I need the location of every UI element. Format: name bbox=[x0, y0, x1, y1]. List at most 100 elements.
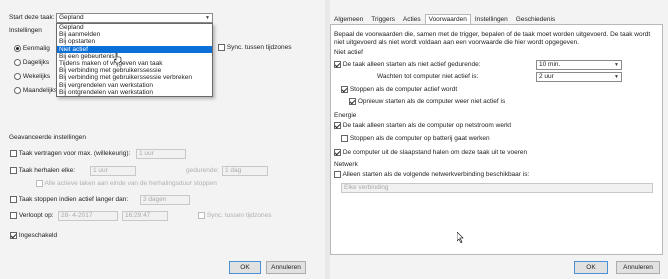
tab-content: Bepaal de voorwaarden die, samen met de … bbox=[330, 24, 663, 255]
stop-running-checkbox[interactable] bbox=[36, 180, 43, 187]
stop-not-idle[interactable]: Stoppen als de computer actief wordt bbox=[341, 86, 457, 94]
tab-general[interactable]: Algemeen bbox=[330, 14, 367, 24]
dropdown-option[interactable]: Bij ontgrendelen van werkstation bbox=[57, 89, 212, 96]
delay-select[interactable]: 1 uur bbox=[136, 149, 186, 159]
ac-power[interactable]: De taak alleen starten als de computer o… bbox=[334, 122, 511, 130]
left-dialog: Start deze taak: Gepland ▼ Instellingen … bbox=[0, 0, 325, 279]
tab-settings[interactable]: Instellingen bbox=[471, 14, 512, 24]
radio-daily[interactable]: Dagelijks bbox=[14, 59, 49, 67]
idle-start[interactable]: De taak alleen starten als niet actief g… bbox=[334, 61, 480, 69]
start-task-value: Gepland bbox=[59, 14, 84, 21]
dropdown-option[interactable]: Gepland bbox=[57, 24, 212, 31]
expires-checkbox[interactable] bbox=[10, 212, 17, 219]
wake-computer[interactable]: De computer uit de slaapstand halen om d… bbox=[334, 149, 527, 157]
idle-duration-value: 10 min. bbox=[539, 61, 561, 68]
radio-once[interactable]: Eenmalig bbox=[14, 45, 50, 53]
expires[interactable]: Verloopt op: bbox=[10, 212, 54, 220]
network-start-checkbox[interactable] bbox=[334, 171, 341, 178]
stop-longer-checkbox[interactable] bbox=[10, 196, 17, 203]
ok-button[interactable]: OK bbox=[229, 261, 261, 274]
tab-actions[interactable]: Acties bbox=[399, 14, 425, 24]
sync-timezones[interactable]: Sync. tussen tijdzones bbox=[218, 44, 292, 52]
battery-stop[interactable]: Stoppen als de computer op batterij gaat… bbox=[341, 135, 490, 143]
radio-once-icon[interactable] bbox=[14, 45, 21, 52]
wait-idle-select[interactable]: 2 uur ▼ bbox=[536, 72, 622, 82]
idle-duration-select[interactable]: 10 min. ▼ bbox=[536, 60, 622, 70]
stop-longer-label: Taak stoppen indien actief langer dan: bbox=[18, 196, 129, 204]
radio-weekly-icon[interactable] bbox=[14, 73, 21, 80]
restart-idle-checkbox[interactable] bbox=[349, 98, 356, 105]
network-start[interactable]: Alleen starten als de volgende netwerkve… bbox=[334, 171, 529, 179]
cancel-button-right[interactable]: Annuleren bbox=[616, 261, 660, 274]
stop-longer[interactable]: Taak stoppen indien actief langer dan: bbox=[10, 196, 128, 204]
dropdown-option[interactable]: Tijdens maken of vrijgeven van taak bbox=[57, 60, 212, 67]
enabled[interactable]: Ingeschakeld bbox=[10, 232, 57, 240]
repeat-task[interactable]: Taak herhalen elke: bbox=[10, 167, 75, 175]
mouse-cursor-icon bbox=[457, 232, 464, 243]
radio-weekly-label: Wekelijks bbox=[22, 73, 51, 81]
enabled-checkbox[interactable] bbox=[10, 232, 17, 239]
enabled-label: Ingeschakeld bbox=[18, 232, 58, 240]
tab-conditions[interactable]: Voorwaarden bbox=[424, 14, 471, 24]
dropdown-option[interactable]: Bij een gebeurtenis bbox=[57, 53, 212, 60]
expires-time-field[interactable]: 16:29:47 bbox=[122, 211, 168, 221]
network-select[interactable]: Elke verbinding bbox=[341, 183, 653, 193]
radio-once-label: Eenmalig bbox=[22, 45, 50, 53]
wake-checkbox[interactable] bbox=[334, 149, 341, 156]
repeat-task-checkbox[interactable] bbox=[10, 167, 17, 174]
stop-running-label: Alle actieve taken aan einde van de herh… bbox=[44, 180, 217, 188]
sync-timezones-2-checkbox[interactable] bbox=[198, 212, 205, 219]
delay-task-label: Taak vertragen voor max. (willekeurig): bbox=[18, 150, 131, 158]
ok-button-right[interactable]: OK bbox=[574, 261, 608, 274]
advanced-settings-label: Geavanceerde instellingen bbox=[9, 134, 86, 141]
tab-triggers[interactable]: Triggers bbox=[367, 14, 399, 24]
dropdown-option[interactable]: Bij verbinding met gebruikerssessie bbox=[57, 67, 212, 74]
idle-start-checkbox[interactable] bbox=[334, 61, 341, 68]
right-dialog: Algemeen Triggers Acties Voorwaarden Ins… bbox=[330, 0, 668, 279]
energy-section-label: Energie bbox=[334, 112, 357, 119]
chevron-down-icon: ▼ bbox=[205, 15, 210, 21]
tab-history[interactable]: Geschiedenis bbox=[512, 14, 559, 24]
expires-date-value: 28- 4-2017 bbox=[61, 212, 93, 219]
start-task-select[interactable]: Gepland ▼ bbox=[56, 13, 213, 23]
stop-not-idle-label: Stoppen als de computer actief wordt bbox=[349, 86, 458, 94]
settings-label: Instellingen bbox=[9, 27, 42, 34]
idle-start-label: De taak alleen starten als niet actief g… bbox=[342, 61, 481, 69]
duration-select[interactable]: 1 dag bbox=[222, 166, 268, 176]
delay-value: 1 uur bbox=[139, 150, 154, 157]
stop-running[interactable]: Alle actieve taken aan einde van de herh… bbox=[36, 180, 217, 188]
battery-stop-checkbox[interactable] bbox=[341, 135, 348, 142]
expires-date-field[interactable]: 28- 4-2017 bbox=[58, 211, 118, 221]
delay-task-checkbox[interactable] bbox=[10, 150, 17, 157]
wake-label: De computer uit de slaapstand halen om d… bbox=[342, 149, 528, 157]
repeat-value: 1 uur bbox=[93, 167, 108, 174]
repeat-select[interactable]: 1 uur bbox=[90, 166, 136, 176]
description-line-2: niet uitgevoerd als niet wordt voldaan a… bbox=[334, 39, 579, 46]
ac-power-label: De taak alleen starten als de computer o… bbox=[342, 122, 512, 130]
delay-task[interactable]: Taak vertragen voor max. (willekeurig): bbox=[10, 150, 130, 158]
cancel-button[interactable]: Annuleren bbox=[266, 261, 306, 274]
radio-monthly[interactable]: Maandelijks bbox=[14, 87, 57, 95]
dropdown-option[interactable]: Bij verbinding met gebruikerssessie verb… bbox=[57, 74, 212, 81]
network-value: Elke verbinding bbox=[344, 184, 389, 191]
dropdown-option[interactable]: Bij opstarten bbox=[57, 38, 212, 45]
sync-timezones-checkbox[interactable] bbox=[218, 44, 225, 51]
duration-value: 1 dag bbox=[225, 167, 242, 174]
restart-idle[interactable]: Opnieuw starten als de computer weer nie… bbox=[349, 98, 505, 106]
sync-timezones-label: Sync. tussen tijdzones bbox=[226, 44, 292, 52]
radio-daily-icon[interactable] bbox=[14, 59, 21, 66]
radio-monthly-label: Maandelijks bbox=[22, 87, 58, 95]
radio-monthly-icon[interactable] bbox=[14, 87, 21, 94]
tab-bar: Algemeen Triggers Acties Voorwaarden Ins… bbox=[330, 14, 559, 24]
stop-longer-select[interactable]: 3 dagen bbox=[140, 195, 190, 205]
dropdown-option[interactable]: Bij aanmelden bbox=[57, 31, 212, 38]
restart-idle-label: Opnieuw starten als de computer weer nie… bbox=[357, 98, 506, 106]
dropdown-option-selected[interactable]: Niet actief bbox=[57, 45, 212, 53]
stop-not-idle-checkbox[interactable] bbox=[341, 86, 348, 93]
hand-pointer-icon bbox=[114, 53, 122, 63]
dropdown-option[interactable]: Bij vergrendelen van werkstation bbox=[57, 82, 212, 89]
duration-label: gedurende: bbox=[186, 167, 219, 174]
radio-weekly[interactable]: Wekelijks bbox=[14, 73, 50, 81]
sync-timezones-2[interactable]: Sync. tussen tijdzones bbox=[198, 212, 272, 220]
ac-power-checkbox[interactable] bbox=[334, 122, 341, 129]
